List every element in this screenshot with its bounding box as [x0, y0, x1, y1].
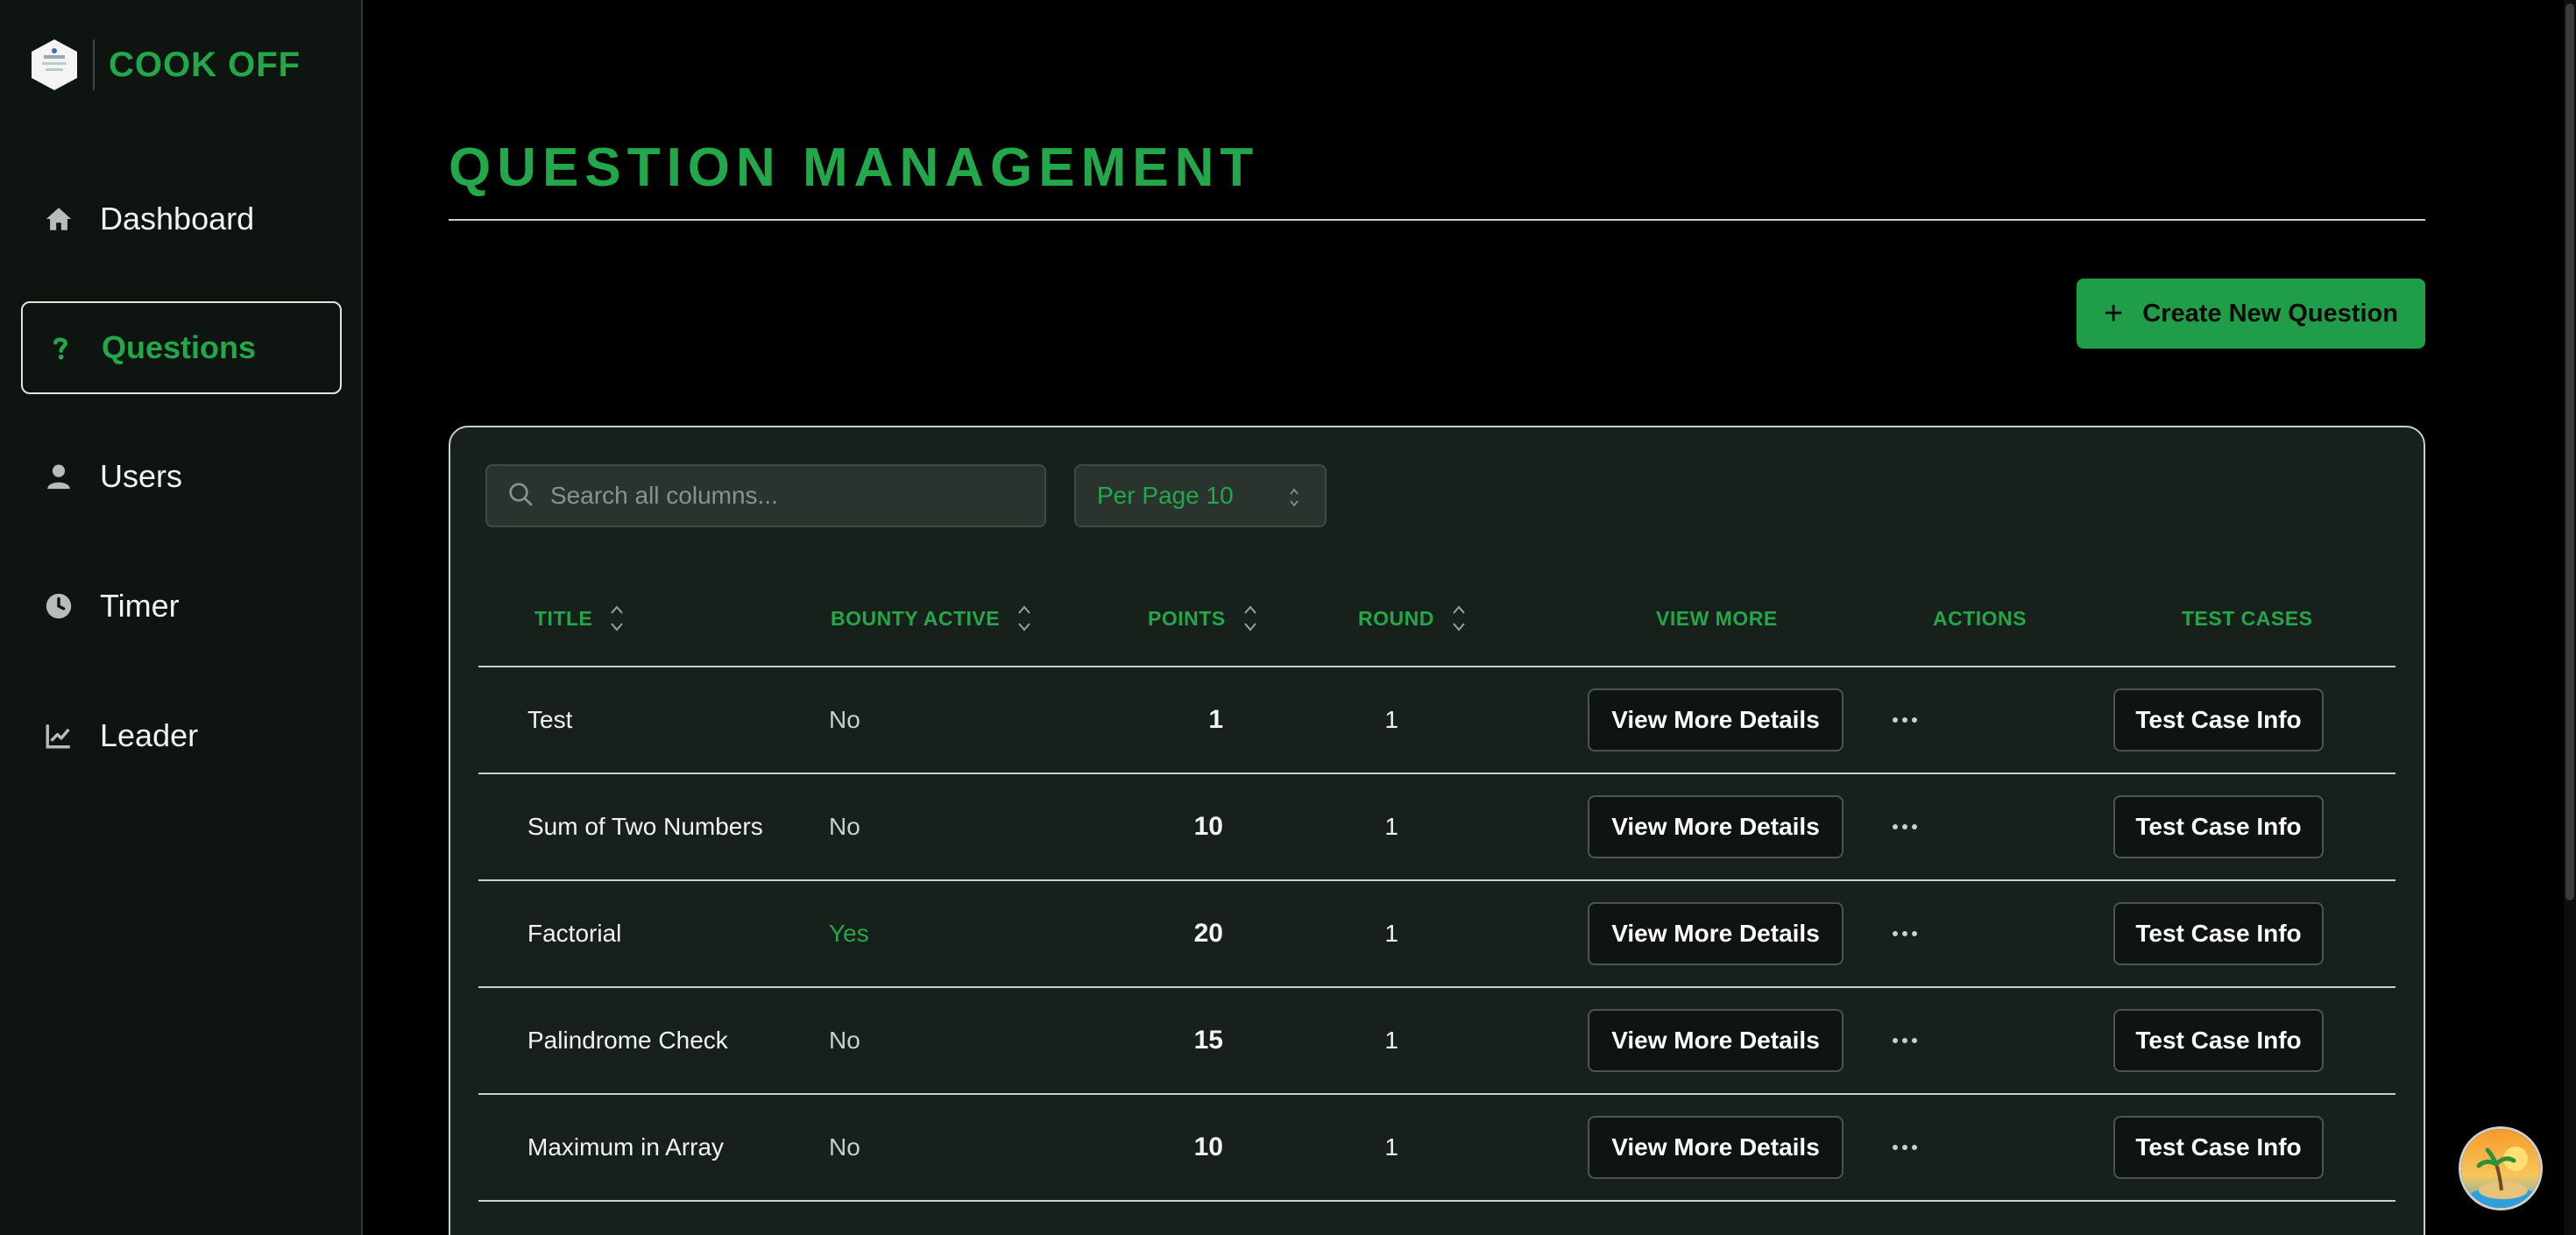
points-value: 1	[1208, 705, 1223, 734]
bounty-active-value: Yes	[829, 920, 869, 947]
sort-icon[interactable]	[1242, 601, 1259, 636]
column-header-view-more: VIEW MORE	[1656, 606, 1778, 630]
clock-icon	[42, 589, 75, 623]
actions-menu-icon[interactable]	[1884, 806, 1926, 848]
question-title: Palindrome Check	[527, 1027, 728, 1054]
bounty-active-value: No	[829, 813, 860, 840]
points-value: 15	[1193, 1026, 1223, 1055]
test-case-info-button[interactable]: Test Case Info	[2113, 688, 2324, 752]
view-more-details-button[interactable]: View More Details	[1588, 902, 1844, 965]
actions-menu-icon[interactable]	[1884, 1020, 1926, 1062]
search-input[interactable]	[550, 482, 1041, 510]
actions-menu-icon[interactable]	[1884, 699, 1926, 741]
round-value: 1	[1384, 920, 1398, 947]
question-title: Factorial	[527, 920, 622, 947]
table-body: Test No 1 1 View More Details Test Case …	[478, 667, 2396, 1202]
view-more-details-button[interactable]: View More Details	[1588, 1009, 1844, 1072]
per-page-select[interactable]: Per Page 10	[1074, 464, 1327, 527]
sidebar-item-leader[interactable]: Leader	[21, 688, 342, 783]
sidebar-item-dashboard[interactable]: Dashboard	[21, 172, 342, 266]
table-row: Sum of Two Numbers No 10 1 View More Det…	[478, 774, 2396, 881]
island-avatar-icon	[2461, 1129, 2540, 1208]
scrollbar-thumb[interactable]	[2565, 4, 2574, 900]
column-header-round[interactable]: ROUND	[1358, 578, 1468, 659]
test-case-info-button[interactable]: Test Case Info	[2113, 902, 2324, 965]
sidebar-nav: Dashboard Questions Users Timer Leader	[21, 172, 342, 818]
page-scrollbar[interactable]	[2564, 0, 2576, 1235]
bounty-active-value: No	[829, 706, 860, 733]
avatar[interactable]	[2459, 1126, 2543, 1210]
sidebar-item-users[interactable]: Users	[21, 429, 342, 524]
plus-icon: +	[2104, 295, 2124, 332]
sidebar-item-questions[interactable]: Questions	[21, 301, 342, 394]
create-question-button[interactable]: + Create New Question	[2077, 279, 2425, 349]
view-more-details-button[interactable]: View More Details	[1588, 688, 1844, 752]
bounty-active-value: No	[829, 1027, 860, 1054]
table-row: Palindrome Check No 15 1 View More Detai…	[478, 988, 2396, 1095]
sort-icon[interactable]	[1450, 601, 1468, 636]
create-question-label: Create New Question	[2142, 299, 2398, 328]
sidebar-item-label: Leader	[100, 717, 199, 753]
logo-icon	[30, 38, 79, 92]
table-row: Maximum in Array No 10 1 View More Detai…	[478, 1095, 2396, 1202]
view-more-details-button[interactable]: View More Details	[1588, 795, 1844, 858]
test-case-info-button[interactable]: Test Case Info	[2113, 1116, 2324, 1179]
table-row: Factorial Yes 20 1 View More Details Tes…	[478, 881, 2396, 988]
brand-divider	[93, 39, 95, 90]
actions-menu-icon[interactable]	[1884, 1126, 1926, 1168]
points-value: 10	[1193, 1133, 1223, 1161]
per-page-value: Per Page 10	[1097, 482, 1234, 509]
round-value: 1	[1384, 706, 1398, 733]
select-chevron-icon	[1290, 488, 1299, 507]
sidebar: COOK OFF Dashboard Questions Users Timer	[0, 0, 363, 1235]
sidebar-item-label: Questions	[102, 329, 257, 365]
sidebar-item-label: Users	[100, 458, 183, 494]
sidebar-item-label: Dashboard	[100, 201, 255, 236]
home-icon	[42, 202, 75, 236]
question-title: Sum of Two Numbers	[527, 813, 763, 840]
round-value: 1	[1384, 813, 1398, 840]
page-title: QUESTION MANAGEMENT	[449, 138, 1260, 198]
points-value: 10	[1193, 812, 1223, 841]
search-box[interactable]	[485, 464, 1046, 527]
actions-menu-icon[interactable]	[1884, 913, 1926, 955]
column-header-title[interactable]: TITLE	[534, 578, 626, 659]
test-case-info-button[interactable]: Test Case Info	[2113, 795, 2324, 858]
sort-icon[interactable]	[608, 601, 626, 636]
sidebar-item-label: Timer	[100, 588, 180, 624]
chart-line-icon	[42, 719, 75, 752]
table-row: Test No 1 1 View More Details Test Case …	[478, 667, 2396, 774]
column-header-bounty-active[interactable]: BOUNTY ACTIVE	[831, 578, 1033, 659]
search-icon	[506, 480, 534, 512]
round-value: 1	[1384, 1133, 1398, 1161]
column-header-points[interactable]: POINTS	[1148, 578, 1259, 659]
round-value: 1	[1384, 1027, 1398, 1054]
sort-icon[interactable]	[1016, 601, 1033, 636]
title-divider	[449, 219, 2425, 221]
view-more-details-button[interactable]: View More Details	[1588, 1116, 1844, 1179]
points-value: 20	[1193, 919, 1223, 948]
sidebar-item-timer[interactable]: Timer	[21, 559, 342, 653]
question-title: Test	[527, 706, 573, 733]
brand-name: COOK OFF	[109, 45, 301, 84]
test-case-info-button[interactable]: Test Case Info	[2113, 1009, 2324, 1072]
question-icon	[44, 331, 77, 364]
user-icon	[42, 460, 75, 493]
table-header: TITLE BOUNTY ACTIVE POINTS ROUND VIEW MO…	[478, 578, 2396, 659]
column-header-test-cases: TEST CASES	[2182, 606, 2313, 630]
bounty-active-value: No	[829, 1133, 860, 1161]
column-header-actions: ACTIONS	[1933, 606, 2027, 630]
question-title: Maximum in Array	[527, 1133, 725, 1161]
brand[interactable]: COOK OFF	[30, 37, 301, 93]
questions-table-card: Per Page 10 TITLE BOUNTY ACTIVE POINTS R…	[449, 426, 2425, 1235]
